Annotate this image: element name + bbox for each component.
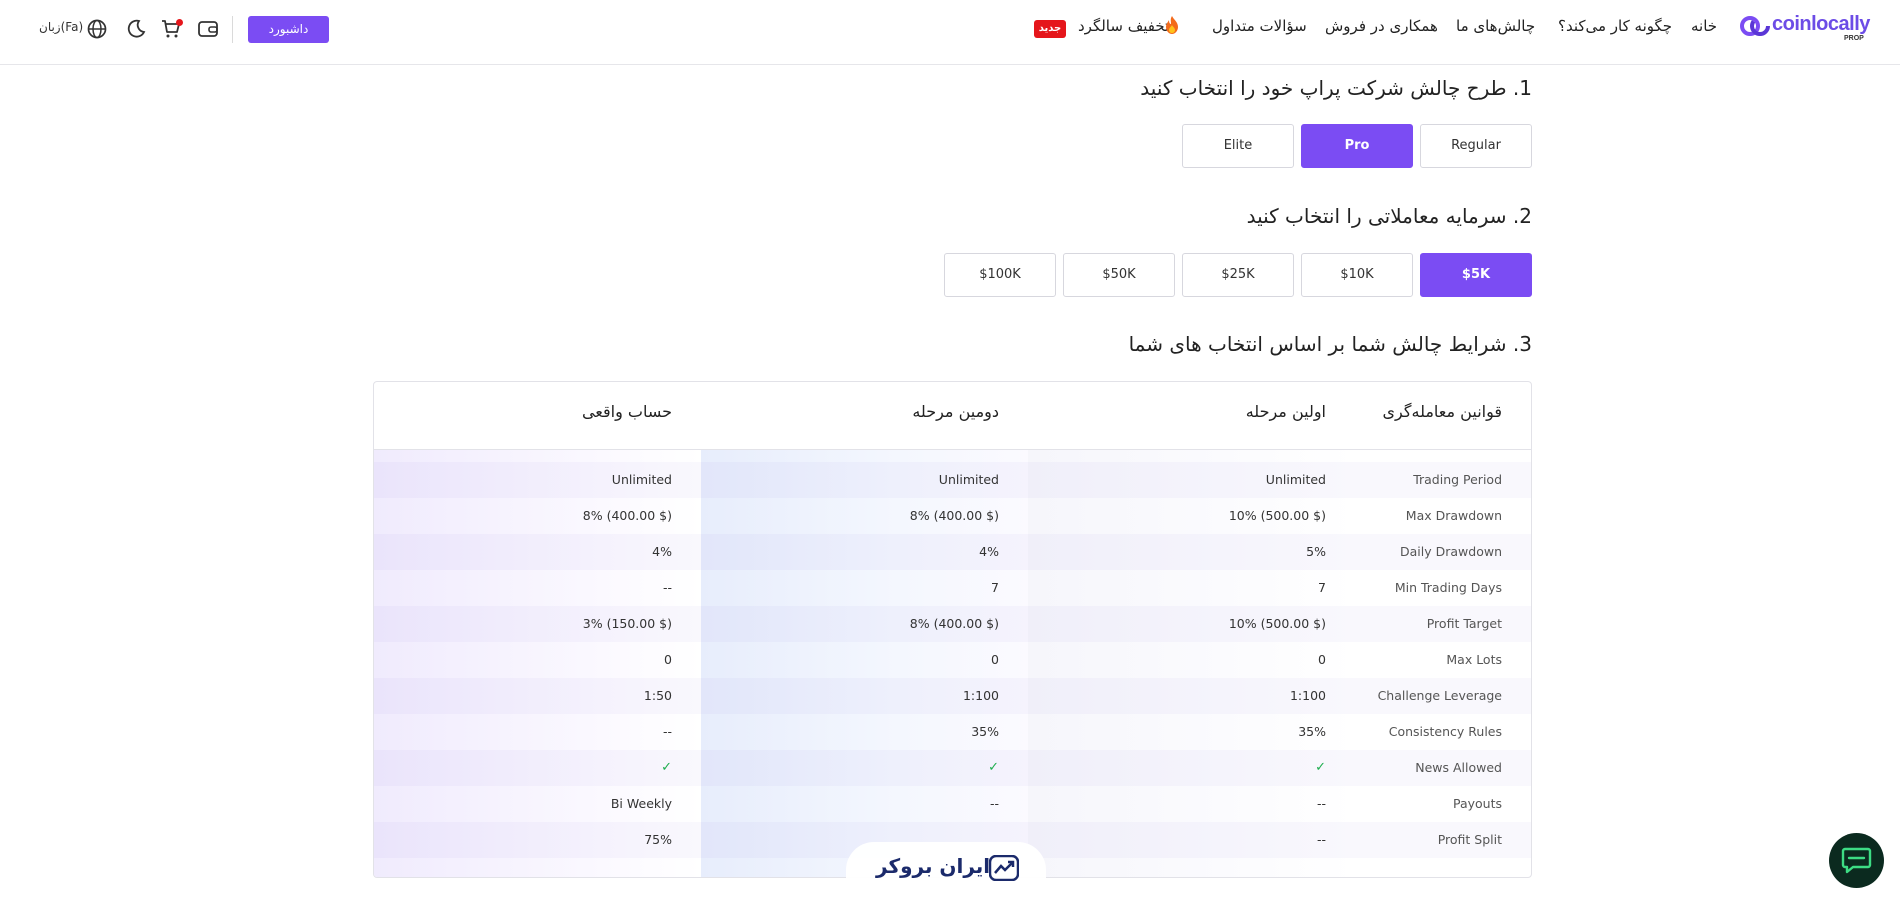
cell-real: 8% (400.00 $) [582, 508, 672, 523]
cell-phase1: Unlimited [1265, 472, 1326, 487]
dashboard-button[interactable]: داشبورد [248, 16, 329, 43]
amount-10k-button[interactable]: $10K [1301, 253, 1413, 297]
cell-phase1: 0 [1318, 652, 1326, 667]
rule-label: Max Drawdown [1405, 508, 1502, 523]
step2-title: 2. سرمایه معاملاتی را انتخاب کنید [1246, 204, 1532, 228]
fire-icon [1166, 16, 1178, 34]
cell-phase1: 7 [1318, 580, 1326, 595]
nav-challenges[interactable]: چالش‌های ما [1456, 17, 1535, 35]
cell-phase1: -- [1316, 796, 1326, 811]
header-phase1: اولین مرحله [1245, 402, 1326, 421]
chat-icon [1841, 847, 1872, 874]
table-row: Max Lots 0 0 0 [374, 642, 1531, 678]
header-phase2: دومین مرحله [912, 402, 999, 421]
cell-phase2: 0 [991, 652, 999, 667]
nav-how-it-works[interactable]: چگونه کار می‌کند؟ [1558, 17, 1672, 35]
nav-affiliate[interactable]: همکاری در فروش [1325, 17, 1438, 35]
amount-50k-button[interactable]: $50K [1063, 253, 1175, 297]
step3-title: 3. شرایط چالش شما بر اساس انتخاب های شما [1128, 332, 1532, 356]
rule-label: Min Trading Days [1394, 580, 1502, 595]
cell-phase1: 1:100 [1289, 688, 1326, 703]
header-trading-rules: قوانین معامله‌گری [1382, 402, 1502, 421]
cell-phase1: -- [1316, 832, 1326, 847]
amount-5k-button[interactable]: $5K [1420, 253, 1532, 297]
logo-mark-icon [1740, 16, 1770, 36]
table-row: Challenge Leverage 1:100 1:100 1:50 [374, 678, 1531, 714]
row-stripe [374, 750, 1531, 786]
cell-phase2: Unlimited [938, 472, 999, 487]
cell-real: 4% [652, 544, 672, 559]
cell-phase1: 35% [1298, 724, 1326, 739]
cell-real: 75% [644, 832, 672, 847]
cell-phase1: 10% (500.00 $) [1228, 616, 1326, 631]
cell-phase2: 1:100 [962, 688, 999, 703]
cell-real: 3% (150.00 $) [582, 616, 672, 631]
cell-phase1: ✓ [1315, 760, 1326, 775]
moon-icon[interactable] [125, 18, 147, 40]
rule-label: Profit Target [1426, 616, 1502, 631]
plan-elite-button[interactable]: Elite [1182, 124, 1294, 168]
cell-phase1: 10% (500.00 $) [1228, 508, 1326, 523]
globe-icon[interactable] [86, 18, 108, 40]
new-badge: جدید [1034, 20, 1066, 38]
table-header-row: قوانین معامله‌گری اولین مرحله دومین مرحل… [374, 382, 1531, 450]
table-row: Min Trading Days 7 7 -- [374, 570, 1531, 606]
table-row: News Allowed ✓ ✓ ✓ [374, 750, 1531, 786]
step1-title: 1. طرح چالش شرکت پراپ خود را انتخاب کنید [1140, 76, 1532, 100]
logo-name: coinlocally [1772, 13, 1870, 35]
header-divider [232, 16, 233, 43]
challenge-conditions-table: قوانین معامله‌گری اولین مرحله دومین مرحل… [373, 381, 1532, 878]
cell-real: Bi Weekly [610, 796, 672, 811]
cell-phase2: 4% [979, 544, 999, 559]
rule-label: Trading Period [1413, 472, 1502, 487]
cell-real: -- [662, 580, 672, 595]
amount-100k-button[interactable]: $100K [944, 253, 1056, 297]
language-selector[interactable]: زبان(Fa) [39, 20, 83, 34]
header-real-account: حساب واقعی [581, 402, 672, 421]
wallet-icon[interactable] [197, 18, 219, 40]
table-row: Daily Drawdown 5% 4% 4% [374, 534, 1531, 570]
cell-real: ✓ [661, 760, 672, 775]
cell-phase2: 7 [991, 580, 999, 595]
row-stripe [374, 534, 1531, 570]
cell-phase2: 8% (400.00 $) [909, 508, 999, 523]
cell-phase2: -- [989, 796, 999, 811]
table-row: Trading Period Unlimited Unlimited Unlimite… [374, 462, 1531, 498]
top-navbar: coinlocally PROP خانه چگونه کار می‌کند؟ … [0, 0, 1900, 65]
watermark-text: ایران بروکر [876, 854, 991, 878]
coinlocally-logo[interactable]: coinlocally PROP [1740, 12, 1870, 42]
rule-label: Payouts [1452, 796, 1502, 811]
cell-real: 0 [664, 652, 672, 667]
iranbroker-watermark: ایران بروکر [846, 842, 1046, 898]
amount-25k-button[interactable]: $25K [1182, 253, 1294, 297]
rule-label: Challenge Leverage [1377, 688, 1502, 703]
nav-home[interactable]: خانه [1691, 17, 1717, 35]
cell-real: -- [662, 724, 672, 739]
row-stripe [374, 678, 1531, 714]
cell-phase2: 35% [971, 724, 999, 739]
rule-label: Consistency Rules [1388, 724, 1502, 739]
rule-label: Profit Split [1437, 832, 1502, 847]
nav-faq[interactable]: سؤالات متداول [1212, 17, 1307, 35]
cell-real: 1:50 [643, 688, 672, 703]
chat-support-button[interactable] [1829, 833, 1884, 888]
cart-notification-dot [176, 19, 183, 26]
table-row: Max Drawdown 10% (500.00 $) 8% (400.00 $) 8… [374, 498, 1531, 534]
plan-pro-button[interactable]: Pro [1301, 124, 1413, 168]
cell-phase2: 8% (400.00 $) [909, 616, 999, 631]
table-row: Consistency Rules 35% 35% -- [374, 714, 1531, 750]
rule-label: Daily Drawdown [1400, 544, 1502, 559]
cell-real: Unlimited [611, 472, 672, 487]
table-row: Profit Target 10% (500.00 $) 8% (400.00 $)… [374, 606, 1531, 642]
nav-anniversary-discount[interactable]: تخفیف سالگرد [1078, 17, 1169, 35]
rule-label: News Allowed [1415, 760, 1502, 775]
cell-phase1: 5% [1306, 544, 1326, 559]
cell-phase2: ✓ [988, 760, 999, 775]
trend-arrow-icon [989, 855, 1019, 881]
table-row: Payouts -- -- Bi Weekly [374, 786, 1531, 822]
plan-regular-button[interactable]: Regular [1420, 124, 1532, 168]
rule-label: Max Lots [1446, 652, 1502, 667]
logo-sub: PROP [1844, 35, 1864, 42]
